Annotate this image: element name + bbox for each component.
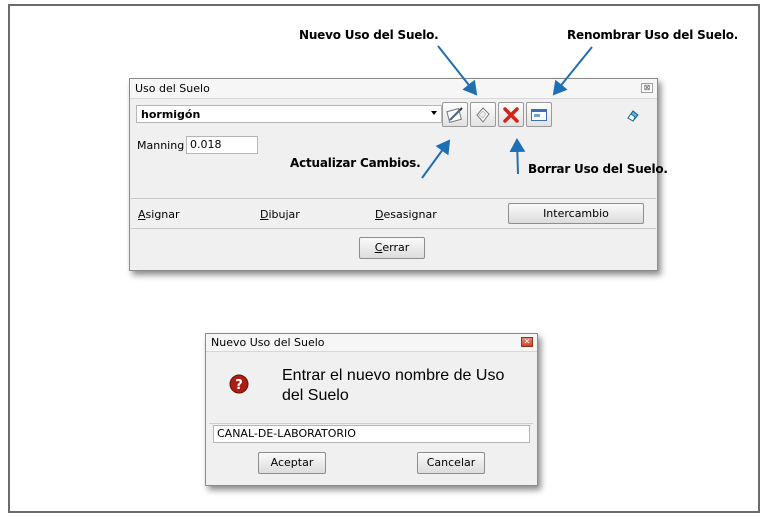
uso-del-suelo-select[interactable]: hormigón (136, 105, 442, 123)
svg-text:?: ? (235, 378, 243, 393)
pencil-paper-icon (446, 107, 463, 123)
divider (131, 228, 656, 229)
borrar-uso-button[interactable] (498, 102, 524, 127)
window-title: Uso del Suelo (135, 82, 210, 95)
eraser-icon[interactable] (626, 109, 640, 123)
renombrar-uso-button[interactable] (526, 102, 552, 127)
annotation-borrar: Borrar Uso del Suelo. (528, 162, 668, 176)
nombre-input[interactable]: CANAL-DE-LABORATORIO (213, 425, 530, 443)
close-icon[interactable]: ✕ (521, 337, 533, 347)
title-bar: Uso del Suelo ⊠ (130, 79, 657, 99)
chevron-down-icon[interactable] (431, 111, 437, 115)
cerrar-button[interactable]: Cerrar (359, 237, 425, 259)
manning-label: Manning (137, 139, 185, 152)
dialog-message: Entrar el nuevo nombre de Uso del Suelo (282, 367, 505, 404)
new-sheet-icon (476, 107, 490, 123)
annotation-renombrar: Renombrar Uso del Suelo. (567, 28, 739, 42)
annotation-nuevo: Nuevo Uso del Suelo. (299, 28, 439, 42)
manning-input[interactable]: 0.018 (186, 136, 258, 154)
message-panel: ? Entrar el nuevo nombre de Uso del Suel… (209, 353, 533, 424)
cancelar-button[interactable]: Cancelar (417, 452, 485, 474)
close-icon[interactable]: ⊠ (641, 83, 653, 93)
asignar-link[interactable]: Asignar (138, 208, 180, 221)
desasignar-link[interactable]: Desasignar (375, 208, 437, 221)
nuevo-uso-dialog: Nuevo Uso del Suelo ✕ ? Entrar el nuevo … (205, 333, 538, 486)
delete-x-icon (503, 107, 519, 123)
title-bar: Nuevo Uso del Suelo ✕ (206, 334, 537, 352)
intercambio-button[interactable]: Intercambio (508, 203, 644, 224)
actualizar-cambios-button[interactable] (442, 102, 468, 127)
question-icon: ? (229, 374, 249, 394)
dialog-title: Nuevo Uso del Suelo (211, 336, 325, 349)
rename-window-icon (531, 109, 547, 121)
annotation-actualizar: Actualizar Cambios. (290, 156, 421, 170)
nuevo-uso-button[interactable] (470, 102, 496, 127)
dibujar-link[interactable]: Dibujar (260, 208, 300, 221)
selected-value: hormigón (141, 108, 201, 121)
divider (131, 198, 656, 199)
aceptar-button[interactable]: Aceptar (258, 452, 326, 474)
